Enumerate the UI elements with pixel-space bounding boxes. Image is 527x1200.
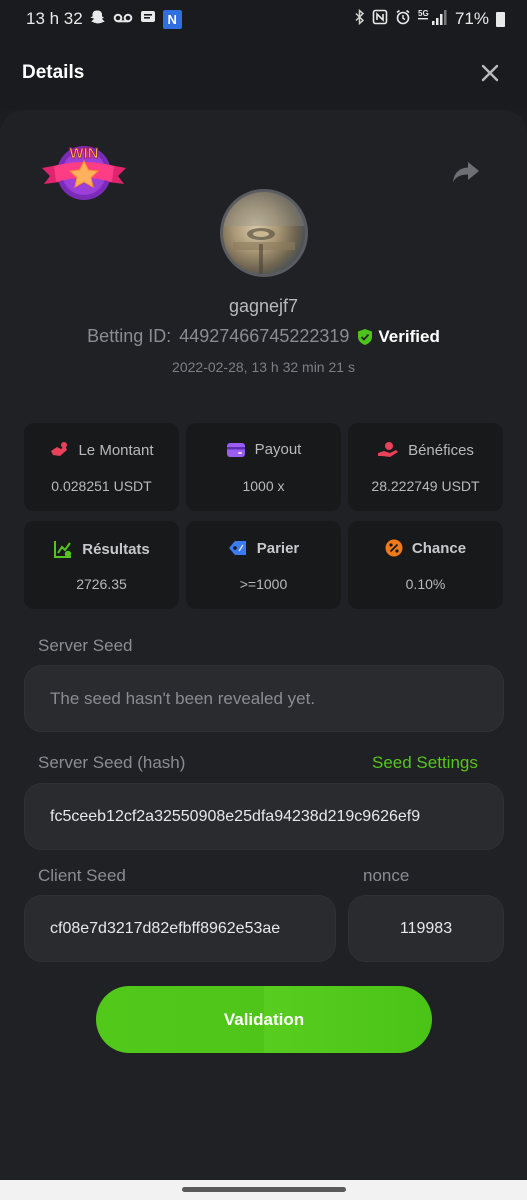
nonce-field[interactable]: 119983 (348, 895, 504, 962)
tag-icon (228, 541, 246, 555)
stat-value-profit: 28.222749 USDT (371, 478, 480, 494)
nonce-label: nonce (363, 866, 410, 885)
alarm-icon (395, 9, 411, 29)
share-icon (453, 162, 479, 182)
stat-label-chance: Chance (411, 539, 467, 557)
shield-check-icon (358, 328, 373, 345)
verified-label: Verified (378, 326, 440, 346)
battery-icon (496, 11, 505, 27)
stat-head-payout: Payout (186, 441, 341, 458)
stat-head-chance: Chance (348, 539, 503, 557)
stat-label-amount: Le Montant (78, 441, 154, 459)
share-button[interactable] (450, 158, 482, 186)
wallet-icon (226, 442, 245, 457)
snapchat-icon (90, 9, 106, 29)
stat-card-amount: Le Montant 0.028251 USDT (24, 423, 179, 511)
page-title: Details (22, 62, 85, 83)
chart-icon (54, 541, 72, 558)
stat-card-chance: Chance 0.10% (348, 521, 503, 609)
nfc-icon (372, 9, 388, 29)
stat-card-results: Résultats 2726.35 (24, 521, 179, 609)
profit-icon (378, 442, 399, 457)
close-icon (481, 64, 499, 82)
status-bar-left: 13 h 32 N (26, 9, 182, 29)
details-header: Details (0, 38, 527, 110)
stat-label-results: Résultats (82, 540, 150, 558)
username: gagnejf7 (228, 296, 299, 316)
status-bar-right: 5G 71% (355, 8, 505, 30)
status-bar: 13 h 32 N 5G 71% (0, 0, 527, 38)
win-badge-icon: WIN (40, 138, 128, 204)
signal-icon: 5G (417, 8, 448, 30)
message-icon (140, 10, 156, 29)
battery-percent: 71% (454, 9, 489, 28)
percent-icon (385, 539, 403, 557)
server-seed-hash-field[interactable]: fc5ceeb12cf2a32550908e25dfa94238d219c962… (24, 783, 504, 850)
voicemail-icon (113, 11, 133, 28)
betting-id-value: 44927466745222319 (179, 326, 350, 346)
stat-card-profit: Bénéfices 28.222749 USDT (348, 423, 503, 511)
avatar (220, 189, 308, 277)
stat-value-results: 2726.35 (76, 576, 127, 592)
stat-label-bet: Parier (256, 539, 300, 557)
stat-head-bet: Parier (186, 539, 341, 557)
verified-badge: Verified (357, 326, 440, 347)
stat-head-results: Résultats (24, 539, 179, 559)
stat-card-bet: Parier >=1000 (186, 521, 341, 609)
navigation-bar (0, 1180, 527, 1200)
seed-settings-link[interactable]: Seed Settings (372, 753, 478, 773)
server-seed-hash-label: Server Seed (hash) (38, 753, 186, 772)
app-n-icon: N (162, 9, 182, 29)
stat-value-bet: >=1000 (239, 576, 288, 592)
amount-icon (51, 442, 68, 456)
server-seed-field: The seed hasn't been revealed yet. (24, 665, 504, 732)
stat-label-profit: Bénéfices (408, 441, 474, 459)
server-seed-label: Server Seed (38, 636, 133, 655)
betting-id-label: Betting ID: (87, 326, 172, 346)
status-time: 13 h 32 (26, 9, 83, 28)
win-badge-text: WIN (69, 145, 98, 162)
bet-timestamp: 2022-02-28, 13 h 32 min 21 s (172, 359, 355, 375)
stat-label-payout: Payout (254, 441, 302, 458)
stat-value-chance: 0.10% (405, 576, 446, 592)
close-button[interactable] (475, 58, 505, 88)
client-seed-field[interactable]: cf08e7d3217d82efbff8962e53ae (24, 895, 336, 962)
stat-value-amount: 0.028251 USDT (51, 478, 152, 494)
client-seed-label: Client Seed (38, 866, 126, 885)
home-indicator[interactable] (182, 1187, 346, 1192)
validation-button[interactable]: Validation (96, 986, 432, 1053)
betting-id-row: Betting ID: 44927466745222319 Verified (0, 326, 527, 347)
stat-value-payout: 1000 x (242, 478, 285, 494)
bluetooth-icon (355, 8, 365, 29)
svg-text:5G: 5G (418, 9, 429, 18)
stat-head-amount: Le Montant (24, 441, 179, 459)
stat-head-profit: Bénéfices (348, 441, 503, 459)
stat-card-payout: Payout 1000 x (186, 423, 341, 511)
